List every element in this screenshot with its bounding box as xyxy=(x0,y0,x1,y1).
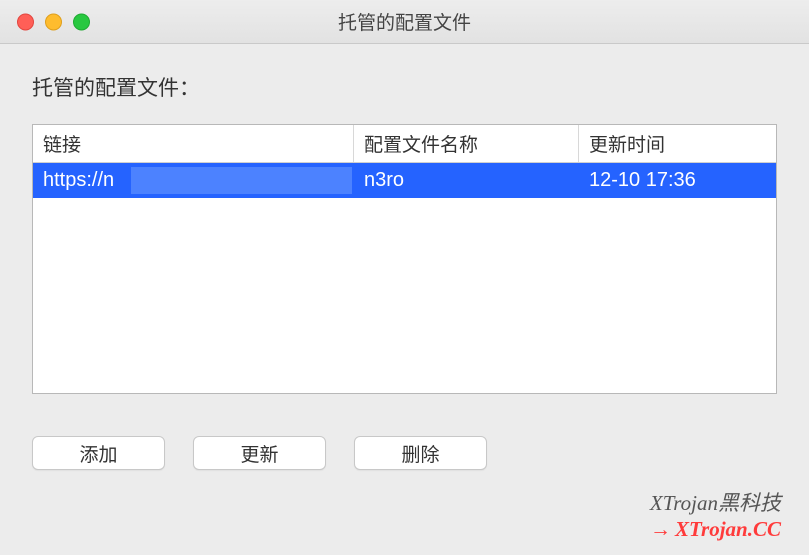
url-redaction-mask xyxy=(131,167,352,194)
content-area: 托管的配置文件： 链接 配置文件名称 更新时间 https://n n3ro 1… xyxy=(0,44,809,470)
watermark-line1: XTrojan黑科技 xyxy=(650,490,781,516)
table-body: https://n n3ro 12-10 17:36 xyxy=(33,163,776,393)
cell-url: https://n xyxy=(33,165,354,196)
delete-button[interactable]: 删除 xyxy=(354,436,487,470)
button-row: 添加 更新 删除 xyxy=(32,436,777,470)
table-header: 链接 配置文件名称 更新时间 xyxy=(33,125,776,163)
url-text: https://n xyxy=(43,169,114,192)
close-icon[interactable] xyxy=(17,13,34,30)
traffic-lights xyxy=(17,13,90,30)
maximize-icon[interactable] xyxy=(73,13,90,30)
window-title: 托管的配置文件 xyxy=(0,8,809,35)
arrow-icon: → xyxy=(650,517,671,541)
watermark-url: XTrojan.CC xyxy=(675,517,781,541)
minimize-icon[interactable] xyxy=(45,13,62,30)
section-label: 托管的配置文件： xyxy=(32,72,777,102)
titlebar: 托管的配置文件 xyxy=(0,0,809,44)
column-header-url[interactable]: 链接 xyxy=(33,125,354,162)
watermark: XTrojan黑科技 →XTrojan.CC xyxy=(650,490,781,543)
cell-time: 12-10 17:36 xyxy=(579,165,776,196)
watermark-line2: →XTrojan.CC xyxy=(650,516,781,542)
profiles-table: 链接 配置文件名称 更新时间 https://n n3ro 12-10 17:3… xyxy=(32,124,777,394)
add-button[interactable]: 添加 xyxy=(32,436,165,470)
column-header-name[interactable]: 配置文件名称 xyxy=(354,125,579,162)
update-button[interactable]: 更新 xyxy=(193,436,326,470)
table-row[interactable]: https://n n3ro 12-10 17:36 xyxy=(33,163,776,198)
column-header-time[interactable]: 更新时间 xyxy=(579,125,776,162)
cell-name: n3ro xyxy=(354,165,579,196)
